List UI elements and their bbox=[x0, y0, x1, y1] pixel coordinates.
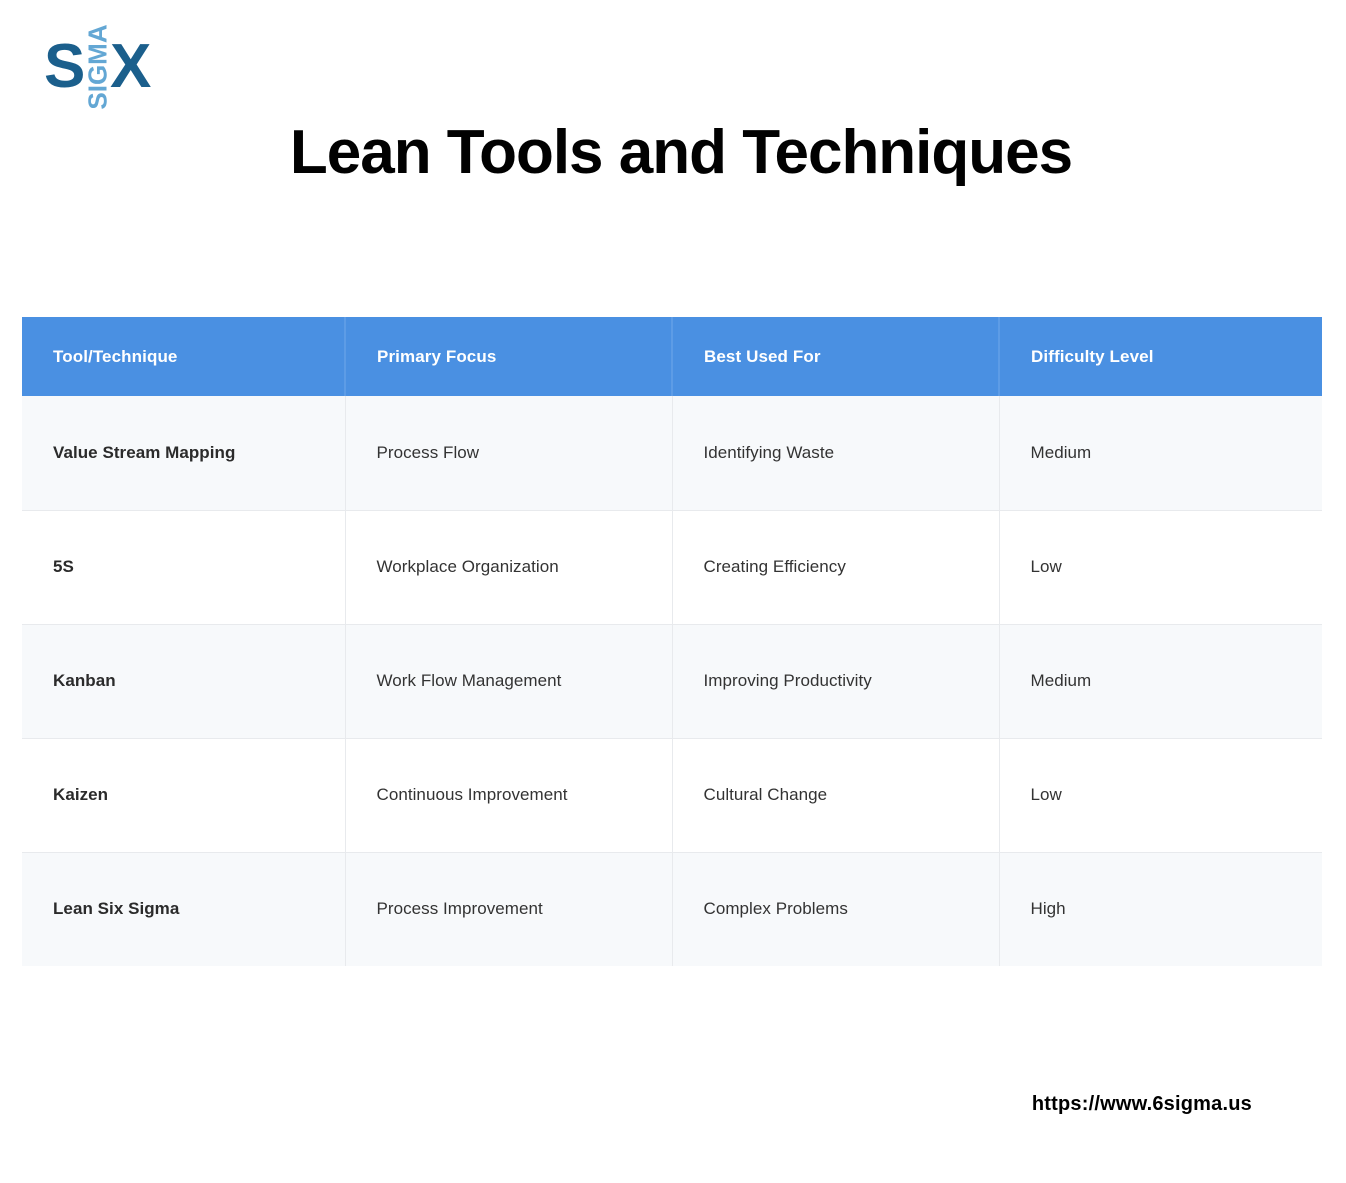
table-row: Value Stream Mapping Process Flow Identi… bbox=[22, 396, 1322, 511]
lean-tools-table: Tool/Technique Primary Focus Best Used F… bbox=[22, 317, 1322, 966]
table-header: Tool/Technique Primary Focus Best Used F… bbox=[22, 317, 1322, 396]
cell-best-used-for: Identifying Waste bbox=[672, 396, 1000, 511]
cell-tool: Kanban bbox=[22, 624, 346, 739]
table-row: 5S Workplace Organization Creating Effic… bbox=[22, 510, 1322, 625]
table-header-row: Tool/Technique Primary Focus Best Used F… bbox=[22, 317, 1322, 396]
table-row: Lean Six Sigma Process Improvement Compl… bbox=[22, 852, 1322, 966]
cell-best-used-for: Creating Efficiency bbox=[672, 510, 1000, 625]
cell-difficulty: Low bbox=[999, 738, 1322, 853]
cell-tool: Value Stream Mapping bbox=[22, 396, 346, 511]
column-header-difficulty-level: Difficulty Level bbox=[999, 317, 1322, 396]
footer-website-url[interactable]: https://www.6sigma.us bbox=[1032, 1090, 1252, 1118]
cell-tool: Kaizen bbox=[22, 738, 346, 853]
cell-primary-focus: Continuous Improvement bbox=[345, 738, 673, 853]
lean-tools-table-container: Tool/Technique Primary Focus Best Used F… bbox=[22, 317, 1322, 966]
column-header-best-used-for: Best Used For bbox=[672, 317, 1000, 396]
cell-best-used-for: Cultural Change bbox=[672, 738, 1000, 853]
table-row: Kaizen Continuous Improvement Cultural C… bbox=[22, 738, 1322, 853]
logo-letter-x: X bbox=[110, 32, 151, 101]
cell-difficulty: High bbox=[999, 852, 1322, 966]
cell-best-used-for: Complex Problems bbox=[672, 852, 1000, 966]
cell-difficulty: Low bbox=[999, 510, 1322, 625]
cell-difficulty: Medium bbox=[999, 396, 1322, 511]
logo-sigma-text: SIGMA bbox=[83, 24, 114, 110]
column-header-primary-focus: Primary Focus bbox=[345, 317, 673, 396]
cell-tool: Lean Six Sigma bbox=[22, 852, 346, 966]
cell-primary-focus: Workplace Organization bbox=[345, 510, 673, 625]
table-row: Kanban Work Flow Management Improving Pr… bbox=[22, 624, 1322, 739]
six-sigma-logo: S SIGMA X bbox=[44, 24, 154, 109]
cell-tool: 5S bbox=[22, 510, 346, 625]
cell-best-used-for: Improving Productivity bbox=[672, 624, 1000, 739]
table-body: Value Stream Mapping Process Flow Identi… bbox=[22, 396, 1322, 966]
cell-primary-focus: Work Flow Management bbox=[345, 624, 673, 739]
column-header-tool-technique: Tool/Technique bbox=[22, 317, 346, 396]
cell-primary-focus: Process Improvement bbox=[345, 852, 673, 966]
cell-difficulty: Medium bbox=[999, 624, 1322, 739]
page-title: Lean Tools and Techniques bbox=[289, 118, 1073, 187]
cell-primary-focus: Process Flow bbox=[345, 396, 673, 511]
